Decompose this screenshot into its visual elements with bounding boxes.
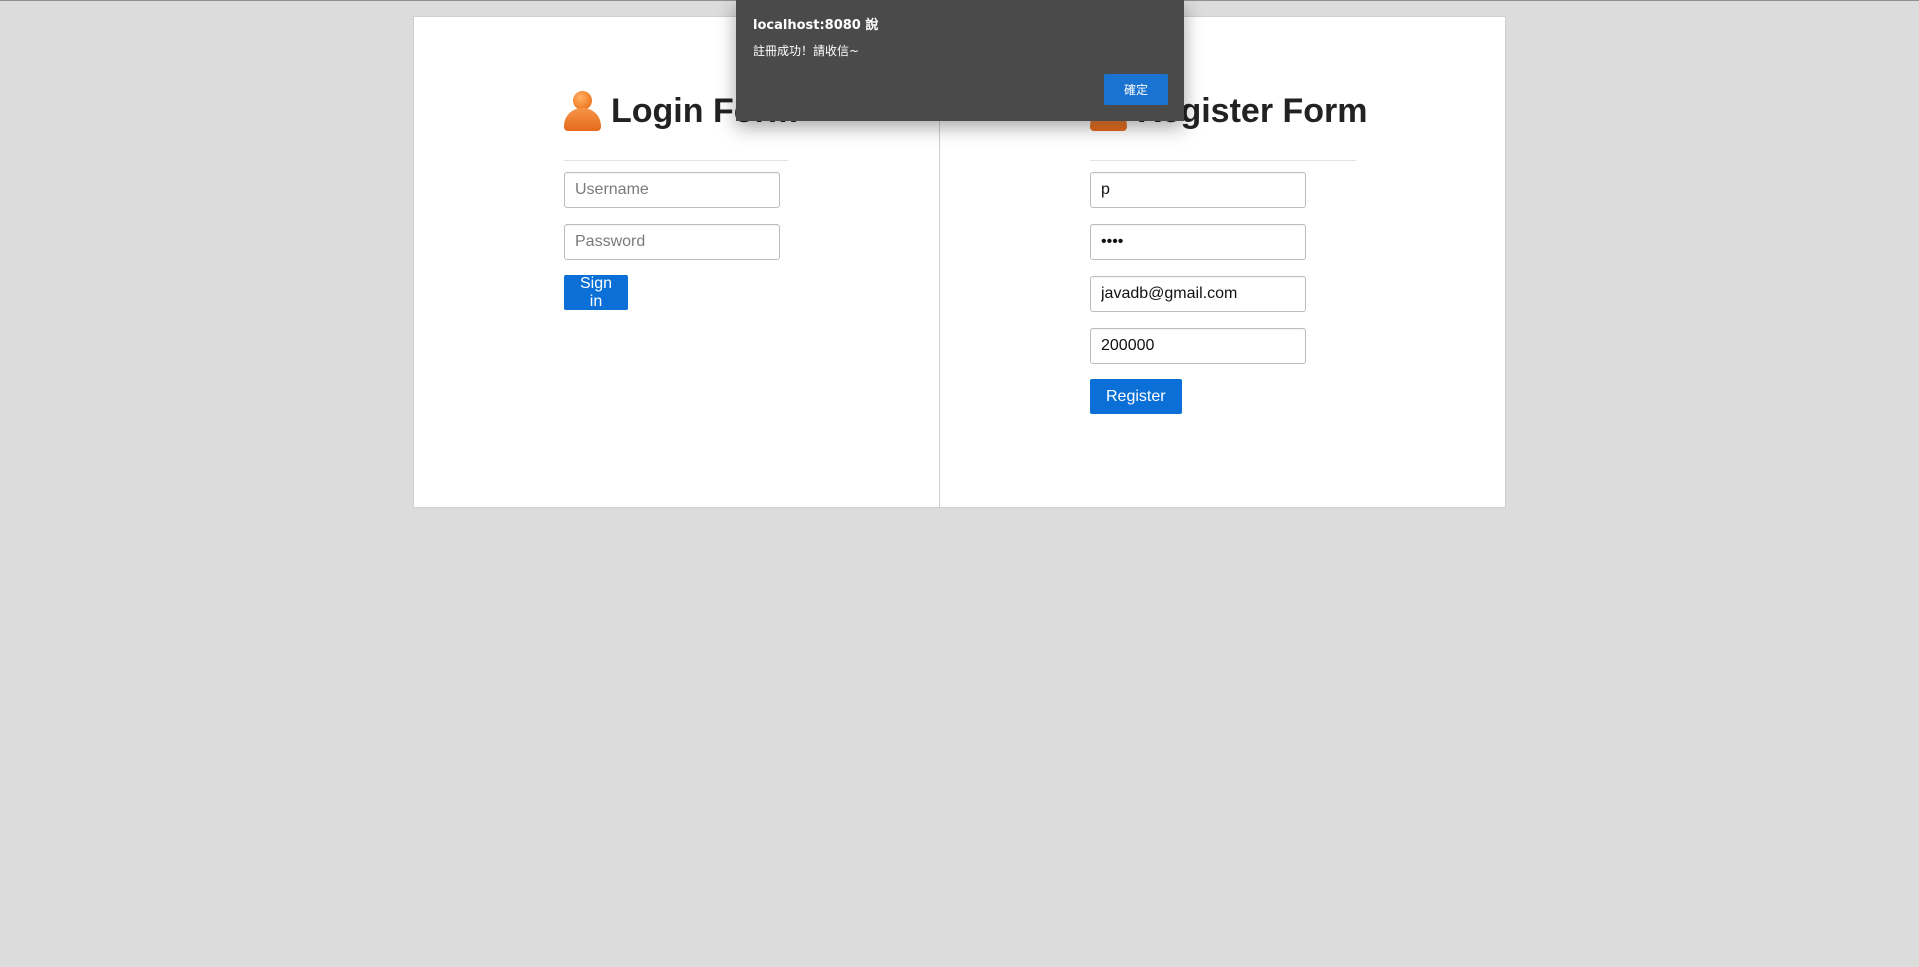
register-number-input[interactable] [1090,328,1306,364]
alert-dialog-title: localhost:8080 說 [753,18,879,33]
register-username-input[interactable] [1090,172,1306,208]
register-title-divider [1090,160,1356,161]
login-title-divider [564,160,788,161]
login-username-input[interactable] [564,172,780,208]
alert-dialog: localhost:8080 說 註冊成功！請收信~ 確定 [736,0,1184,121]
register-password-input[interactable] [1090,224,1306,260]
register-email-input[interactable] [1090,276,1306,312]
person-icon [564,91,601,131]
register-button[interactable]: Register [1090,379,1182,414]
alert-dialog-message: 註冊成功！請收信~ [753,44,860,58]
alert-ok-button[interactable]: 確定 [1104,74,1168,105]
login-password-input[interactable] [564,224,780,260]
sign-in-button[interactable]: Sign in [564,275,629,310]
